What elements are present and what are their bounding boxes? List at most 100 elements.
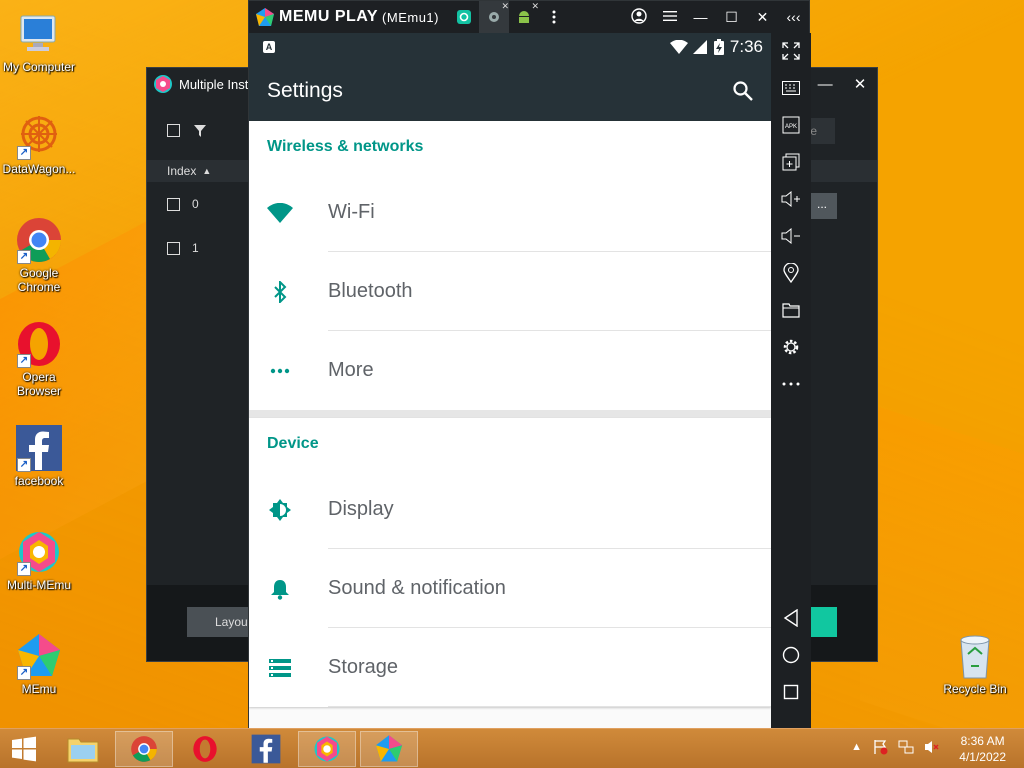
keyboard-button[interactable] [779,76,803,100]
more-tools-button[interactable] [779,372,803,396]
settings-item-more[interactable]: More [249,331,771,410]
tab-android-app[interactable]: ✕ [509,1,539,33]
settings-item-storage[interactable]: Storage [249,628,771,707]
new-instance-button[interactable] [807,607,837,637]
gear-icon [488,12,499,22]
facebook-icon: ↗ [15,424,63,472]
desktop-icon-chrome[interactable]: ↗ Google Chrome [0,216,78,294]
chrome-icon [131,736,157,762]
select-all-checkbox[interactable] [167,124,180,137]
tab-settings-app[interactable]: ✕ [478,1,509,33]
multi-memu-icon: ↗ [15,528,63,576]
more-menu-button[interactable] [539,1,569,33]
start-button[interactable] [0,731,48,767]
desktop-icon-opera[interactable]: ↗ Opera Browser [0,320,78,398]
opera-icon: ↗ [15,320,63,368]
settings-button[interactable] [779,335,803,359]
close-tab-icon[interactable]: ✕ [531,1,539,12]
account-button[interactable] [623,7,654,27]
taskbar-file-explorer[interactable] [54,731,112,767]
android-home-button[interactable] [779,643,803,667]
maximize-button[interactable]: ☐ [716,9,747,26]
android-recents-button[interactable] [779,680,803,704]
recycle-bin-icon [951,632,999,680]
desktop-icon-datawagon[interactable]: ↗ DataWagon... [0,112,78,176]
shared-folder-button[interactable] [779,298,803,322]
collapse-sidebar-button[interactable]: ‹‹‹ [778,9,809,25]
multi-window-controls: — ✕ [807,68,877,100]
android-status-bar: A 7:36 [249,33,771,61]
layout-button[interactable]: Layout [187,607,257,637]
desktop-icon-multi-memu[interactable]: ↗ Multi-MEmu [0,528,78,592]
desktop-icon-label: Opera Browser [16,370,61,398]
settings-section-device: Device Display Sound & notification Stor… [249,418,771,707]
minimize-button[interactable]: — [818,76,833,93]
desktop-icon-label: Multi-MEmu [6,578,71,592]
memu-window-controls: — ☐ ✕ ‹‹‹ [623,1,809,33]
shortcut-arrow-icon: ↗ [17,354,31,368]
clock-time: 8:36 AM [960,734,1005,748]
action-center-flag-icon[interactable] [872,739,888,755]
search-icon[interactable] [731,79,755,103]
filter-icon[interactable] [193,124,207,138]
settings-item-sound[interactable]: Sound & notification [249,549,771,628]
tab-home[interactable] [449,1,479,33]
desktop-icon-recycle-bin[interactable]: Recycle Bin [936,632,1014,696]
signal-icon [692,40,707,54]
volume-down-button[interactable] [779,224,803,248]
settings-item-label: More [328,359,374,381]
desktop-icon-memu[interactable]: ↗ MEmu [0,632,78,696]
settings-item-wifi[interactable]: Wi-Fi [249,173,771,252]
desktop-icon-label: Recycle Bin [943,682,1007,696]
taskbar-multi-memu[interactable] [298,731,356,767]
volume-down-icon [781,228,800,244]
menu-button[interactable] [654,9,685,25]
settings-item-label: Display [328,498,394,520]
svg-text:APK: APK [785,124,797,130]
settings-item-display[interactable]: Display [249,470,771,549]
fullscreen-button[interactable] [779,39,803,63]
horizontal-dots-icon [782,382,800,386]
settings-section-wireless: Wireless & networks Wi-Fi Bluetooth More [249,121,771,410]
apk-install-button[interactable]: APK [779,113,803,137]
close-button[interactable]: ✕ [854,75,867,93]
battery-charging-icon [713,39,724,55]
settings-app-bar: Settings [249,61,771,121]
taskbar-clock[interactable]: 8:36 AM 4/1/2022 [959,733,1006,765]
more-options-button[interactable]: ... [807,193,837,219]
memu-icon: ↗ [15,632,63,680]
row-checkbox[interactable] [167,197,180,211]
taskbar-facebook[interactable] [237,731,295,767]
multi-window-button[interactable] [779,150,803,174]
row-checkbox[interactable] [167,241,180,255]
memu-titlebar: MEMU PLAY (MEmu1) ✕ ✕ — ☐ ✕ ‹‹‹ [249,1,809,33]
volume-muted-icon[interactable] [924,739,940,755]
network-icon[interactable] [898,739,914,755]
multi-memu-icon [314,736,340,762]
wifi-icon [267,202,293,223]
memu-icon [375,735,403,762]
home-circle-icon [782,646,800,664]
desktop-icon-facebook[interactable]: ↗ facebook [0,424,78,488]
android-back-button[interactable] [779,606,803,630]
location-button[interactable] [779,261,803,285]
settings-item-label: Bluetooth [328,280,413,302]
vertical-dots-icon [552,10,556,24]
taskbar-opera[interactable] [176,731,234,767]
desktop-icon-my-computer[interactable]: My Computer [0,10,78,74]
settings-item-bluetooth[interactable]: Bluetooth [249,252,771,331]
minimize-button[interactable]: — [685,9,716,25]
show-hidden-icons-button[interactable]: ▲ [851,741,862,753]
desktop-icon-label: Google Chrome [17,266,61,294]
close-tab-icon[interactable]: ✕ [501,1,509,12]
datawagon-icon: ↗ [15,112,63,160]
taskbar-memu[interactable] [360,731,418,767]
close-button[interactable]: ✕ [747,9,778,26]
settings-item-label: Sound & notification [328,577,506,599]
desktop-icon-label: DataWagon... [2,162,76,176]
shortcut-arrow-icon: ↗ [17,458,31,472]
bluetooth-icon [274,280,287,303]
chrome-icon: ↗ [15,216,63,264]
volume-up-button[interactable] [779,187,803,211]
taskbar-chrome[interactable] [115,731,173,767]
